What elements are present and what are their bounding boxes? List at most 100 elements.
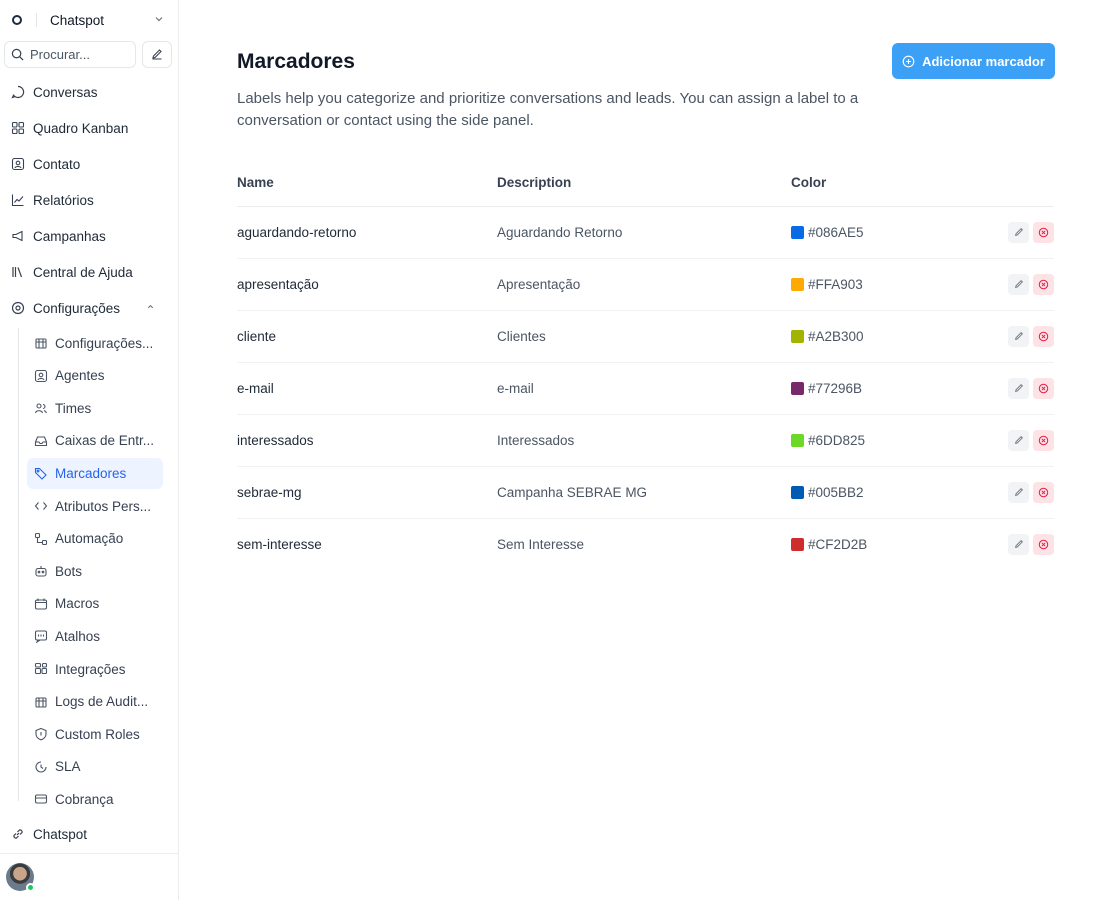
settings-item-audit[interactable]: Logs de Audit... (27, 686, 163, 717)
edit-label-button[interactable] (1008, 481, 1029, 503)
edit-label-button[interactable] (1008, 273, 1029, 295)
edit-label-button[interactable] (1008, 221, 1029, 243)
header-actions (949, 160, 1054, 207)
search-input[interactable]: Procurar... (4, 40, 136, 68)
edit-label-button[interactable] (1008, 533, 1029, 555)
close-circle-icon (1038, 279, 1049, 289)
workspace-divider (36, 13, 37, 27)
settings-item-label: Agentes (55, 368, 105, 384)
profile-row (0, 854, 178, 900)
nav-relatorios[interactable]: Relatórios (0, 182, 178, 218)
table-row: apresentação Apresentação #FFA903 (237, 258, 1054, 311)
settings-item-agent[interactable]: Agentes (27, 360, 163, 391)
pencil-icon (1014, 488, 1023, 496)
settings-item-label: Caixas de Entr... (55, 433, 155, 449)
label-color-cell: #FFA903 (791, 258, 950, 311)
add-label-button-text: Adicionar marcador (922, 53, 1045, 69)
settings-item-bot[interactable]: Bots (27, 556, 163, 587)
settings-item-label: Times (55, 400, 92, 416)
label-description: Apresentação (497, 258, 791, 311)
delete-label-button[interactable] (1033, 533, 1054, 555)
settings-item-shortcut[interactable]: Atalhos (27, 621, 163, 652)
row-actions (949, 206, 1054, 259)
add-label-button[interactable]: Adicionar marcador (892, 43, 1055, 79)
search-placeholder: Procurar... (30, 46, 90, 62)
nav-relatorios-label: Relatórios (33, 192, 94, 208)
settings-item-automation[interactable]: Automação (27, 523, 163, 554)
settings-item-label: Configurações... (55, 335, 154, 351)
nav-contato[interactable]: Contato (0, 146, 178, 182)
delete-label-button[interactable] (1033, 221, 1054, 243)
nav-central-ajuda-label: Central de Ajuda (33, 264, 133, 280)
workspace-logo-icon (12, 15, 22, 25)
settings-item-sla[interactable]: SLA (27, 751, 163, 782)
settings-item-label: Integrações (55, 661, 126, 677)
header-description: Description (497, 160, 791, 207)
settings-item-team[interactable]: Times (27, 393, 163, 424)
nav-campanhas[interactable]: Campanhas (0, 218, 178, 254)
delete-label-button[interactable] (1033, 273, 1054, 295)
table-row: sem-interesse Sem Interesse #CF2D2B (237, 518, 1054, 570)
label-color-cell: #086AE5 (791, 206, 950, 259)
nav-conversas[interactable]: Conversas (0, 74, 178, 110)
pencil-icon (1014, 332, 1023, 340)
settings-item-building[interactable]: Configurações... (27, 328, 163, 359)
sidebar-bottom: Chatspot (0, 821, 178, 900)
settings-submenu: Configurações... Agentes Times Caixas de En… (18, 327, 178, 815)
close-circle-icon (1038, 227, 1049, 237)
label-color-cell: #CF2D2B (791, 518, 950, 570)
color-swatch (791, 433, 804, 447)
settings-item-label: Macros (55, 596, 100, 612)
label-color-code: #005BB2 (808, 484, 864, 500)
label-description: e-mail (497, 362, 791, 415)
delete-label-button[interactable] (1033, 377, 1054, 399)
pencil-icon (1014, 384, 1023, 392)
label-color-code: #A2B300 (808, 328, 864, 344)
nav-campanhas-label: Campanhas (33, 228, 106, 244)
row-actions (949, 466, 1054, 519)
table-row: aguardando-retorno Aguardando Retorno #086… (237, 206, 1054, 259)
inbox-icon (34, 436, 48, 446)
settings-item-inbox[interactable]: Caixas de Entr... (27, 425, 163, 456)
delete-label-button[interactable] (1033, 429, 1054, 451)
settings-item-integrations[interactable]: Integrações (27, 654, 163, 685)
nav-configuracoes[interactable]: Configurações (0, 290, 178, 326)
chatspot-link[interactable]: Chatspot (0, 821, 178, 847)
building-icon (35, 338, 47, 349)
color-swatch (791, 381, 804, 395)
macro-icon (34, 598, 48, 610)
chart-line-icon (11, 194, 24, 207)
nav-central-ajuda[interactable]: Central de Ajuda (0, 254, 178, 290)
avatar[interactable] (6, 863, 35, 892)
app-root: Chatspot Procurar... Conversas Quadro Ka… (0, 0, 1112, 900)
delete-label-button[interactable] (1033, 481, 1054, 503)
delete-label-button[interactable] (1033, 325, 1054, 347)
team-icon (34, 403, 47, 414)
label-description: Clientes (497, 310, 791, 363)
edit-label-button[interactable] (1008, 325, 1029, 347)
compose-button[interactable] (142, 40, 172, 68)
color-swatch (791, 225, 804, 239)
settings-item-macro[interactable]: Macros (27, 588, 163, 619)
settings-item-shield[interactable]: Custom Roles (27, 719, 163, 750)
label-name: sem-interesse (237, 536, 322, 552)
workspace-switcher[interactable]: Chatspot (0, 0, 178, 40)
nav-kanban[interactable]: Quadro Kanban (0, 110, 178, 146)
settings-item-label: Atributos Pers... (55, 498, 152, 514)
page-title: Marcadores (237, 50, 355, 73)
settings-item-code[interactable]: Atributos Pers... (27, 491, 163, 522)
table-row: interessados Interessados #6DD825 (237, 414, 1054, 467)
edit-label-button[interactable] (1008, 377, 1029, 399)
edit-label-button[interactable] (1008, 429, 1029, 451)
table-row: e-mail e-mail #77296B (237, 362, 1054, 415)
settings-item-tag[interactable]: Marcadores (27, 457, 163, 489)
bot-icon (35, 566, 47, 577)
color-swatch (791, 485, 804, 499)
settings-item-label: Logs de Audit... (55, 694, 149, 710)
search-icon (11, 48, 24, 60)
table-row: cliente Clientes #A2B300 (237, 310, 1054, 363)
label-color-code: #77296B (808, 380, 863, 396)
color-swatch (791, 329, 804, 343)
label-color-cell: #6DD825 (791, 414, 950, 467)
settings-item-billing[interactable]: Cobrança (27, 784, 163, 815)
